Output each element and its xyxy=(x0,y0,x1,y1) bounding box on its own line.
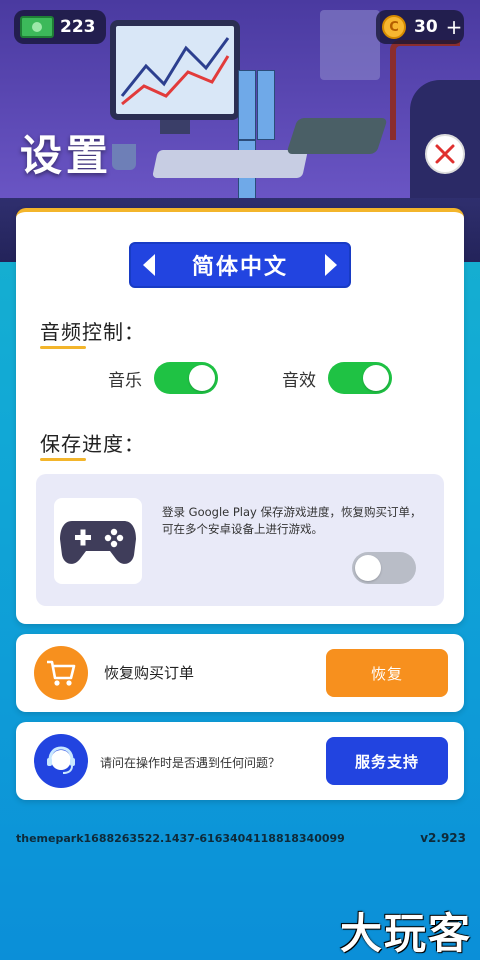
language-selector[interactable]: 简体中文 xyxy=(129,242,351,288)
coin-amount: 30 xyxy=(414,17,438,37)
language-next-icon[interactable] xyxy=(324,254,337,276)
support-card: 请问在操作时是否遇到任何问题？ 服务支持 xyxy=(16,722,464,800)
settings-card: 简体中文 音频控制： 音乐 音效 保存进度： 登录 Google Play 保存… xyxy=(16,208,464,624)
phone-decoration xyxy=(286,118,388,154)
customer-service-icon xyxy=(34,734,88,788)
google-play-panel: 登录 Google Play 保存游戏进度，恢复购买订单，可在多个安卓设备上进行… xyxy=(36,474,444,606)
save-title-text: 保存进度： xyxy=(40,432,145,456)
monitor-decoration xyxy=(110,20,240,120)
save-title-underline xyxy=(40,458,86,461)
toggle-knob xyxy=(189,365,215,391)
cup-decoration xyxy=(112,144,136,170)
coin-counter[interactable]: C 30 + xyxy=(376,10,464,44)
audio-title-text: 音频控制： xyxy=(40,320,145,344)
language-prev-icon[interactable] xyxy=(143,254,155,276)
monitor-stand xyxy=(160,120,190,134)
google-play-toggle[interactable] xyxy=(352,552,416,584)
shopping-cart-icon xyxy=(34,646,88,700)
music-label: 音乐 xyxy=(108,370,142,391)
save-section-title: 保存进度： xyxy=(40,428,145,461)
restore-button[interactable]: 恢复 xyxy=(326,649,448,697)
sfx-label: 音效 xyxy=(282,370,316,391)
cash-icon xyxy=(20,16,54,38)
close-button[interactable] xyxy=(425,134,465,174)
coin-icon: C xyxy=(382,15,406,39)
close-icon xyxy=(435,144,455,164)
binders-decoration xyxy=(238,70,294,210)
audio-section-title: 音频控制： xyxy=(40,316,145,349)
cash-counter: 223 xyxy=(14,10,106,44)
page-title: 设置 xyxy=(20,131,113,180)
stock-chart-icon xyxy=(120,37,230,106)
keyboard-decoration xyxy=(152,150,308,178)
watermark-logo: 大玩客 xyxy=(339,909,472,958)
cash-amount: 223 xyxy=(60,17,96,37)
music-toggle-row: 音乐 xyxy=(108,362,218,394)
toggle-knob xyxy=(363,365,389,391)
calendar-decoration xyxy=(320,10,380,80)
music-toggle[interactable] xyxy=(154,362,218,394)
language-label: 简体中文 xyxy=(191,255,288,280)
google-play-description: 登录 Google Play 保存游戏进度，恢复购买订单，可在多个安卓设备上进行… xyxy=(162,505,422,536)
version-label: v2.923 xyxy=(420,831,466,845)
restore-purchase-label: 恢复购买订单 xyxy=(104,664,195,682)
sfx-toggle[interactable] xyxy=(328,362,392,394)
support-question: 请问在操作时是否遇到任何问题？ xyxy=(100,756,281,770)
player-id: themepark1688263522.1437-616340411881834… xyxy=(16,832,345,845)
sfx-toggle-row: 音效 xyxy=(282,362,392,394)
gamepad-icon xyxy=(54,498,142,584)
audio-title-underline xyxy=(40,346,86,349)
support-button[interactable]: 服务支持 xyxy=(326,737,448,785)
add-coins-icon[interactable]: + xyxy=(446,15,463,39)
restore-purchase-card: 恢复购买订单 恢复 xyxy=(16,634,464,712)
toggle-knob xyxy=(355,555,381,581)
